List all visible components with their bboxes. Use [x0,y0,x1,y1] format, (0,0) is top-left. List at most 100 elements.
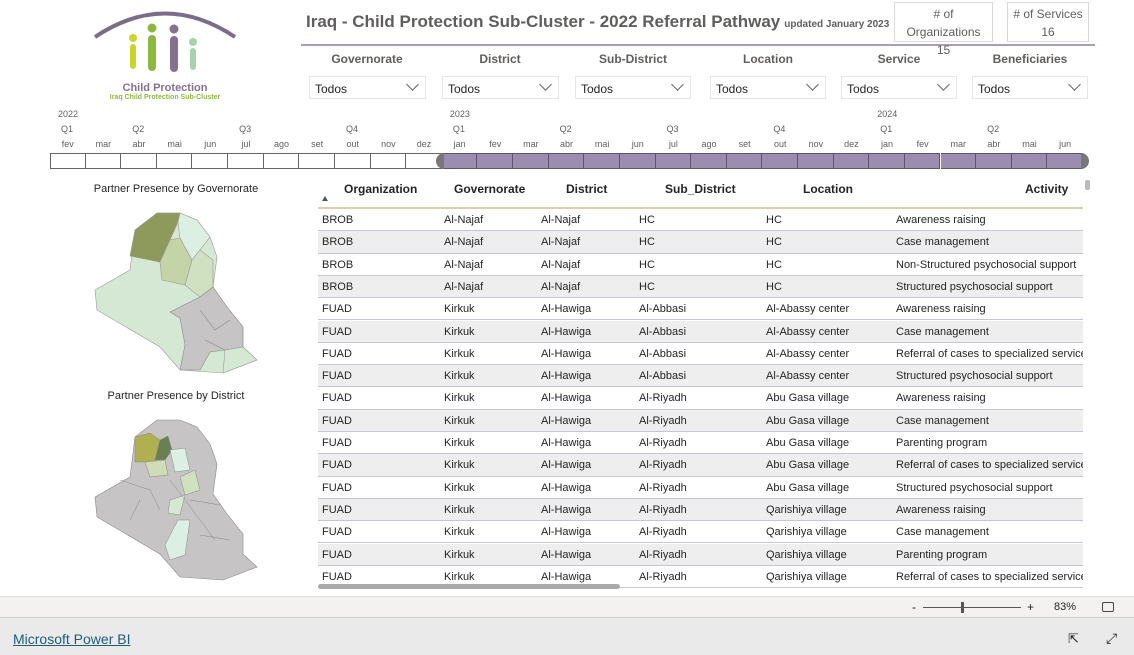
timeline-month: mai [594,139,610,149]
table-row[interactable]: FUAD Kirkuk Al-Hawiga Al-Abbasi Al-Abassy ce… [318,298,1083,321]
table-row[interactable]: FUAD Kirkuk Al-Hawiga Al-Riyadh Abu Gasa vil… [318,477,1083,499]
timeline-cell[interactable] [441,153,478,169]
timeline-cell[interactable] [940,153,977,169]
cell-organization: FUAD [322,325,352,338]
timeline-cell[interactable] [691,153,727,169]
zoom-out-button[interactable]: - [912,600,916,614]
timeline-month: abr [132,139,146,149]
column-header-district[interactable]: District [566,182,607,196]
timeline-month: abr [987,139,1001,149]
power-bi-link[interactable]: Microsoft Power BI [13,631,130,647]
zoom-slider[interactable] [923,602,1021,613]
timeline-cell[interactable] [762,153,798,169]
logo: Child Protection Iraq Child Protection S… [90,5,240,101]
timeline-cell[interactable] [192,153,229,169]
timeline-cell[interactable] [655,153,692,169]
filter-dropdown-location[interactable]: Todos [710,76,826,99]
column-header-organization[interactable]: Organization [344,182,417,196]
zoom-in-button[interactable]: + [1027,600,1034,614]
timeline-cell[interactable] [976,153,1012,169]
range-end-handle[interactable] [1080,153,1089,169]
column-header-sub_district[interactable]: Sub_District [665,182,736,196]
timeline-cell[interactable] [833,153,870,169]
timeline-cell[interactable] [121,153,157,169]
timeline-month: out [346,139,360,149]
filter-dropdown-governorate[interactable]: Todos [309,76,426,99]
cell-governorate: Al-Najaf [444,280,484,293]
zoom-slider-thumb[interactable] [961,602,964,613]
timeline-cell[interactable] [50,153,86,169]
fit-to-page-icon[interactable] [1102,602,1114,612]
table-row[interactable]: FUAD Kirkuk Al-Hawiga Al-Riyadh Qarishiya vi… [318,543,1083,566]
cell-location: Abu Gasa village [766,414,850,427]
timeline-cell[interactable] [869,153,905,169]
cell-organization: FUAD [322,392,352,405]
timeline-quarter: Q3 [666,124,679,134]
governorate-map[interactable] [90,205,265,377]
timeline-cell[interactable] [156,153,193,169]
table-row[interactable]: FUAD Kirkuk Al-Hawiga Al-Riyadh Qarishiya vi… [318,521,1083,544]
timeline-cell[interactable] [85,153,122,169]
fullscreen-icon[interactable]: ⤢ [1106,630,1117,647]
timeline-cell[interactable] [334,153,371,169]
timeline-cell[interactable] [370,153,407,169]
cell-organization: BROB [322,280,354,293]
services-card: # of Services 16 [1007,2,1089,42]
table-row[interactable]: FUAD Kirkuk Al-Hawiga Al-Riyadh Abu Gasa vil… [318,432,1083,455]
table-row[interactable]: FUAD Kirkuk Al-Hawiga Al-Abbasi Al-Abassy ce… [318,343,1083,366]
column-header-location[interactable]: Location [803,182,853,196]
timeline-cell[interactable] [477,153,514,169]
dropdown-value: Todos [315,82,348,96]
cell-location: Abu Gasa village [766,392,850,405]
timeline-cell[interactable] [548,153,585,169]
cell-sub_district: Al-Riyadh [639,414,687,427]
cell-district: Al-Hawiga [541,459,592,472]
cell-sub_district: Al-Abbasi [639,303,687,316]
cell-governorate: Kirkuk [444,347,475,360]
filter-dropdown-district[interactable]: Todos [442,76,559,99]
table-row[interactable]: FUAD Kirkuk Al-Hawiga Al-Riyadh Abu Gasa vil… [318,454,1083,477]
timeline-cell[interactable] [1011,153,1048,169]
timeline-cell[interactable] [726,153,763,169]
dropdown-value: Todos [581,82,614,96]
column-header-governorate[interactable]: Governorate [454,182,525,196]
district-map[interactable] [90,412,265,584]
timeline-month: ago [274,139,290,149]
cell-district: Al-Hawiga [541,392,592,405]
cell-governorate: Kirkuk [444,303,475,316]
sort-ascending-icon[interactable] [322,196,328,201]
table-row[interactable]: FUAD Kirkuk Al-Hawiga Al-Riyadh Abu Gasa vil… [318,387,1083,410]
table-row[interactable]: FUAD Kirkuk Al-Hawiga Al-Abbasi Al-Abassy ce… [318,365,1083,388]
timeline-cell[interactable] [513,153,549,169]
cell-sub_district: Al-Riyadh [639,481,687,494]
cell-district: Al-Najaf [541,236,581,249]
table-row[interactable]: FUAD Kirkuk Al-Hawiga Al-Riyadh Abu Gasa vil… [318,409,1083,432]
timeline-cell[interactable] [228,153,264,169]
timeline-quarter: Q2 [132,124,145,134]
table-row[interactable]: BROB Al-Najaf Al-Najaf HC HC Structured psych… [318,275,1083,299]
table-row[interactable]: FUAD Kirkuk Al-Hawiga Al-Abbasi Al-Abassy ce… [318,320,1083,343]
timeline-cell[interactable] [1047,153,1083,169]
chevron-down-icon [1068,78,1081,91]
table-row[interactable]: BROB Al-Najaf Al-Najaf HC HC Case management [318,231,1083,254]
timeline-cell[interactable] [263,153,300,169]
share-icon[interactable]: ⇱ [1068,631,1079,647]
timeline-cell[interactable] [584,153,620,169]
filter-dropdown-sub-district[interactable]: Todos [575,76,691,99]
vertical-scrollbar[interactable] [1085,180,1090,190]
table-row[interactable]: FUAD Kirkuk Al-Hawiga Al-Riyadh Qarishiya vi… [318,498,1083,522]
chevron-down-icon [671,78,684,91]
timeline-month: mar [950,139,967,149]
cell-organization: FUAD [322,459,352,472]
timeline-cell[interactable] [904,153,941,169]
timeline-cell[interactable] [299,153,335,169]
timeline-quarter: Q2 [987,124,1000,134]
timeline-cell[interactable] [619,153,656,169]
filter-dropdown-service[interactable]: Todos [841,76,957,99]
timeline-cell[interactable] [798,153,834,169]
table-row[interactable]: BROB Al-Najaf Al-Najaf HC HC Non-Structured p… [318,254,1083,276]
horizontal-scrollbar[interactable] [318,584,620,589]
column-header-activity[interactable]: Activity [1025,182,1068,196]
table-row[interactable]: BROB Al-Najaf Al-Najaf HC HC Awareness raisin… [318,209,1083,232]
filter-dropdown-beneficiaries[interactable]: Todos [972,76,1088,99]
